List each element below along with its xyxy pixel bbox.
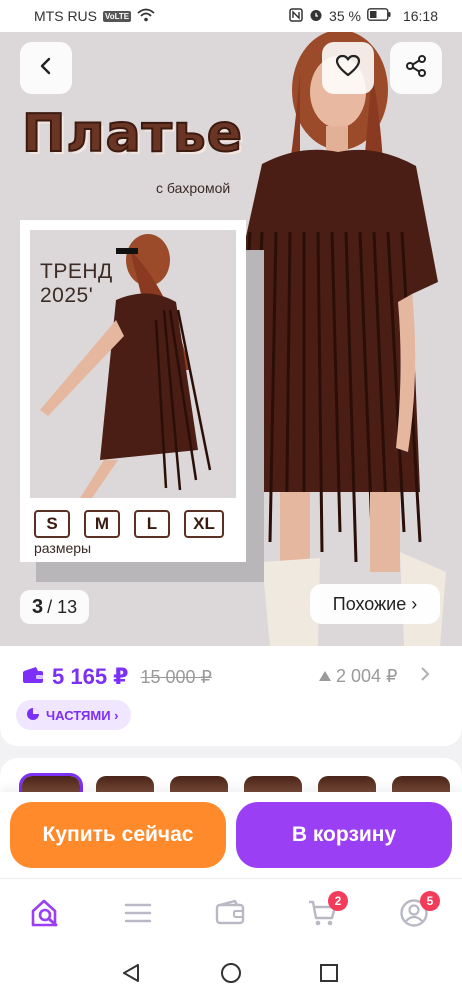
tab-home[interactable] [28,897,64,933]
battery-icon [367,8,391,24]
nav-home-button[interactable] [218,962,244,988]
image-counter-current: 3 [32,595,44,618]
share-button[interactable] [390,42,442,94]
size-m: M [84,510,120,538]
bottom-tab-bar: 2 5 [0,878,462,950]
circle-home-icon [220,962,242,989]
buy-now-button[interactable]: Купить сейчас [10,802,226,868]
tab-wallet[interactable] [212,897,248,933]
nav-recents-button[interactable] [316,962,342,988]
wallet-tab-icon [215,899,245,931]
menu-icon [124,902,152,929]
price-row: 5 165 ₽ 15 000 ₽ [22,664,212,690]
home-search-icon [30,898,62,933]
image-counter-total: / 13 [47,596,78,617]
share-icon [404,54,428,83]
nav-back-button[interactable] [118,962,144,988]
battery-percent: 35 % [329,8,361,24]
similar-button[interactable]: Похожие › [310,584,440,624]
tab-catalog[interactable] [120,897,156,933]
action-bar: Купить сейчас В корзину [0,792,462,878]
product-gallery[interactable]: Платье с бахромой ТРЕНД 2025' S M L XL р… [0,32,462,646]
back-icon [36,56,56,81]
wifi-icon [137,8,155,25]
old-price: 15 000 ₽ [140,666,212,687]
bonus-value: 2 004 ₽ [336,666,398,686]
trend-label: ТРЕНД 2025' [40,260,113,307]
triangle-back-icon [120,962,142,989]
promo-title: Платье [21,103,243,165]
chevron-right-icon[interactable] [420,666,430,687]
add-to-cart-button[interactable]: В корзину [236,802,452,868]
alarm-icon [309,8,323,25]
promo-subtitle: с бахромой [156,180,231,196]
favorite-button[interactable] [322,42,374,94]
heart-icon [335,54,361,83]
system-navigation [0,950,462,1000]
sizes-caption: размеры [34,540,92,556]
tab-cart[interactable]: 2 [304,891,348,933]
product-screen: MTS RUS VoLTE 35 % 16:18 Платье с бахром… [0,0,462,1000]
square-recents-icon [318,962,340,989]
carrier-label: MTS RUS [34,8,97,24]
price-card: 5 165 ₽ 15 000 ₽ 2 004 ₽ ЧАСТЯМИ › [0,646,462,746]
installments-label: ЧАСТЯМИ › [46,707,119,723]
size-xl: XL [184,510,224,538]
triangle-up-icon [318,666,332,687]
tab-profile[interactable]: 5 [396,891,440,933]
volte-badge: VoLTE [103,10,132,22]
pie-icon [26,707,40,724]
cart-badge: 2 [328,891,348,911]
wallet-icon [22,666,44,689]
size-list: S M L XL [34,510,224,538]
installments-button[interactable]: ЧАСТЯМИ › [16,700,131,730]
size-l: L [134,510,170,538]
back-button[interactable] [20,42,72,94]
profile-badge: 5 [420,891,440,911]
size-s: S [34,510,70,538]
nfc-icon [289,7,303,25]
current-price: 5 165 ₽ [52,664,129,689]
bonus-points[interactable]: 2 004 ₽ [318,666,398,687]
clock: 16:18 [402,8,438,24]
status-bar: MTS RUS VoLTE 35 % 16:18 [0,0,462,32]
image-counter: 3 / 13 [20,590,90,624]
